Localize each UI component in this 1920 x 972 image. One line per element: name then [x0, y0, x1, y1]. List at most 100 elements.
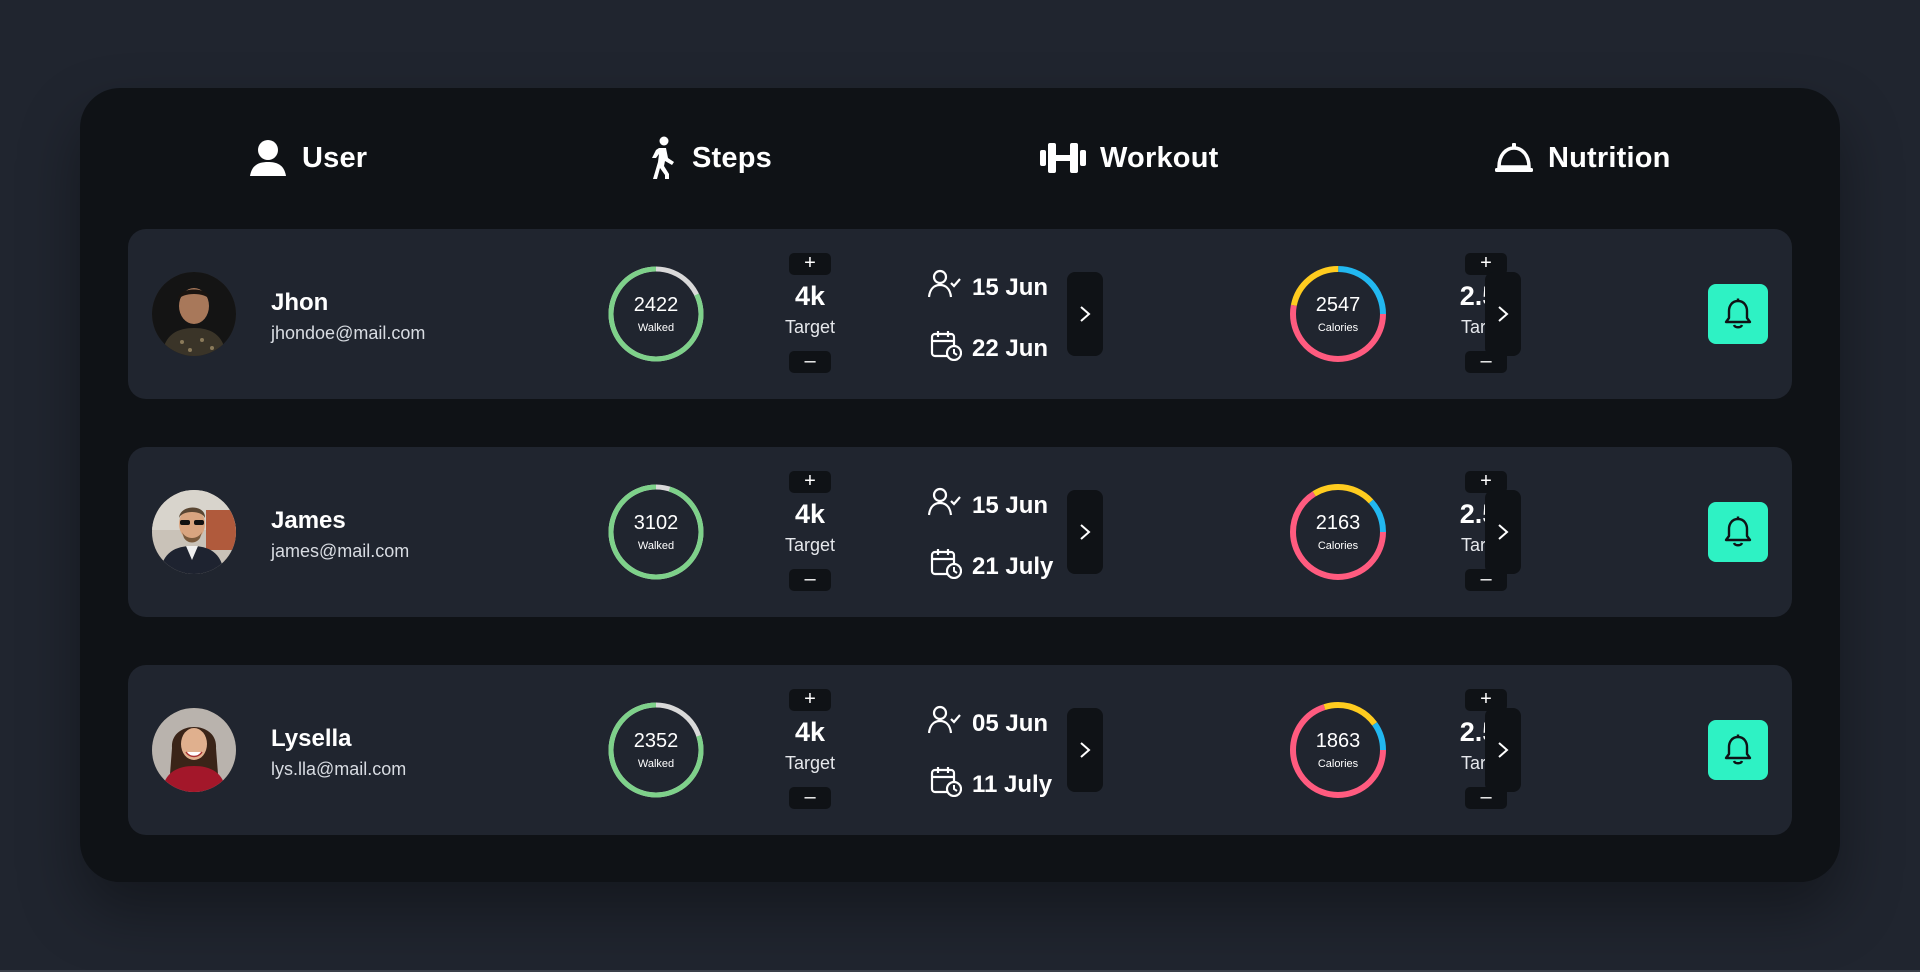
avatar [152, 708, 236, 792]
user-name: Lysella [271, 725, 352, 752]
steps-walked-value: 3102 [633, 512, 679, 534]
increase-steps-target-button[interactable]: + [789, 689, 831, 711]
user-name: Jhon [271, 289, 329, 316]
workout-end: 21 July [930, 547, 1053, 586]
user-icon [248, 138, 288, 178]
plus-icon: + [1480, 252, 1492, 274]
chevron-right-icon [1080, 306, 1091, 322]
chevron-right-icon [1498, 742, 1509, 758]
workout-details-button[interactable] [1067, 490, 1103, 574]
nutrition-details-button[interactable] [1485, 708, 1521, 792]
workout-end-date: 21 July [972, 552, 1054, 580]
steps-target-label: Target [784, 317, 836, 337]
steps-target-stepper: + 4k Target – [766, 689, 856, 811]
avatar [152, 272, 236, 356]
steps-walked-value: 2352 [633, 730, 679, 752]
bell-icon [1724, 516, 1752, 547]
plus-icon: + [804, 688, 816, 710]
workout-start: 15 Jun [927, 269, 1049, 306]
calories-value: 2163 [1315, 512, 1361, 534]
user-name: James [271, 507, 346, 534]
user-row: James james@mail.com 3102 Walked + 4k Ta… [128, 447, 1792, 617]
steps-walked-label: Walked [637, 758, 675, 770]
dumbbell-icon [1040, 141, 1086, 175]
notify-button[interactable] [1708, 502, 1768, 562]
user-check-icon [927, 269, 962, 306]
chevron-right-icon [1498, 524, 1509, 540]
workout-start: 05 Jun [927, 705, 1049, 742]
steps-walked-ring: 3102 Walked [606, 482, 706, 582]
calendar-clock-icon [930, 547, 963, 586]
chevron-right-icon [1080, 742, 1091, 758]
calories-ring: 1863 Calories [1288, 700, 1388, 800]
steps-target-value: 4k [794, 281, 826, 311]
calories-label: Calories [1317, 758, 1359, 770]
steps-walked-label: Walked [637, 540, 675, 552]
plus-icon: + [1480, 688, 1492, 710]
nutrition-details-button[interactable] [1485, 490, 1521, 574]
header-user-label: User [302, 141, 368, 174]
workout-start-date: 05 Jun [972, 709, 1049, 737]
header-steps: Steps [646, 136, 772, 180]
workout-details-button[interactable] [1067, 708, 1103, 792]
fitness-dashboard-panel: User Steps Workout Nutrition Jhon jhondo… [80, 88, 1840, 882]
steps-walked-ring: 2422 Walked [606, 264, 706, 364]
steps-walked-value: 2422 [633, 294, 679, 316]
steps-target-stepper: + 4k Target – [766, 253, 856, 375]
notify-button[interactable] [1708, 284, 1768, 344]
steps-target-label: Target [784, 535, 836, 555]
workout-end-date: 22 Jun [972, 334, 1049, 362]
workout-end: 22 Jun [930, 329, 1048, 368]
workout-end-date: 11 July [972, 770, 1053, 798]
user-email: james@mail.com [271, 541, 410, 561]
decrease-steps-target-button[interactable]: – [789, 351, 831, 373]
minus-icon: – [804, 568, 816, 590]
calendar-clock-icon [930, 765, 963, 804]
user-row: Lysella lys.lla@mail.com 2352 Walked + 4… [128, 665, 1792, 835]
cloche-icon [1494, 141, 1534, 175]
user-email: jhondoe@mail.com [271, 323, 426, 343]
nutrition-details-button[interactable] [1485, 272, 1521, 356]
decrease-steps-target-button[interactable]: – [789, 787, 831, 809]
bell-icon [1724, 734, 1752, 765]
chevron-right-icon [1498, 306, 1509, 322]
decrease-steps-target-button[interactable]: – [789, 569, 831, 591]
steps-walked-label: Walked [637, 322, 675, 334]
calories-label: Calories [1317, 540, 1359, 552]
plus-icon: + [804, 470, 816, 492]
notify-button[interactable] [1708, 720, 1768, 780]
increase-steps-target-button[interactable]: + [789, 253, 831, 275]
workout-details-button[interactable] [1067, 272, 1103, 356]
steps-walked-ring: 2352 Walked [606, 700, 706, 800]
calories-label: Calories [1317, 322, 1359, 334]
increase-steps-target-button[interactable]: + [789, 471, 831, 493]
plus-icon: + [804, 252, 816, 274]
calories-ring: 2163 Calories [1288, 482, 1388, 582]
user-row: Jhon jhondoe@mail.com 2422 Walked + 4k T… [128, 229, 1792, 399]
user-check-icon [927, 487, 962, 524]
chevron-right-icon [1080, 524, 1091, 540]
workout-start-date: 15 Jun [972, 491, 1049, 519]
header-user: User [248, 136, 367, 180]
steps-target-label: Target [784, 753, 836, 773]
minus-icon: – [804, 786, 816, 808]
header-workout: Workout [1040, 136, 1218, 180]
header-steps-label: Steps [692, 141, 772, 174]
workout-start-date: 15 Jun [972, 273, 1049, 301]
workout-end: 11 July [930, 765, 1052, 804]
plus-icon: + [1480, 470, 1492, 492]
calories-value: 1863 [1315, 730, 1361, 752]
steps-target-value: 4k [794, 717, 826, 747]
calories-ring: 2547 Calories [1288, 264, 1388, 364]
steps-target-stepper: + 4k Target – [766, 471, 856, 593]
header-workout-label: Workout [1100, 141, 1219, 174]
walking-icon [646, 136, 678, 180]
table-header: User Steps Workout Nutrition [80, 88, 1840, 232]
calendar-clock-icon [930, 329, 963, 368]
workout-start: 15 Jun [927, 487, 1049, 524]
steps-target-value: 4k [794, 499, 826, 529]
minus-icon: – [804, 350, 816, 372]
bell-icon [1724, 298, 1752, 329]
user-email: lys.lla@mail.com [271, 759, 407, 779]
calories-value: 2547 [1315, 294, 1361, 316]
